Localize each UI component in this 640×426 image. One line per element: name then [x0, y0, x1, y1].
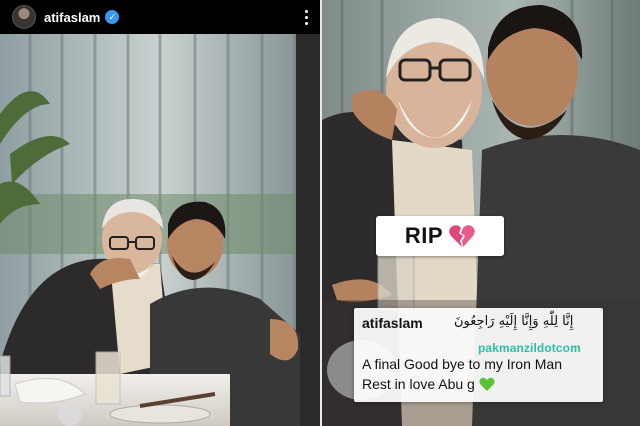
- post-photo[interactable]: [0, 34, 320, 426]
- post-username[interactable]: atifaslam: [44, 10, 100, 25]
- green-heart-icon: [479, 377, 495, 391]
- watermark-text: pakmanzildotcom: [478, 341, 581, 355]
- instagram-post-panel: atifaslam ✓: [0, 0, 320, 426]
- rip-text: RIP: [404, 223, 444, 248]
- post-header: atifaslam ✓: [0, 0, 320, 34]
- post-photo-image: [0, 34, 320, 426]
- rip-sticker: RIP: [376, 216, 504, 256]
- more-options-icon[interactable]: [298, 7, 314, 27]
- caption-line-2: Rest in love Abu g: [362, 376, 495, 392]
- caption-username[interactable]: atifaslam: [362, 315, 423, 331]
- caption-arabic-text: إِنَّا لِلّٰهِ وَإِنَّا إِلَيْهِ رَاجِعُ…: [454, 314, 574, 329]
- broken-heart-icon: [449, 225, 475, 247]
- verified-badge-icon: ✓: [105, 10, 120, 24]
- caption-line-1: A final Good bye to my Iron Man: [362, 356, 562, 372]
- caption-line-2-text: Rest in love Abu g: [362, 376, 475, 392]
- caption-card: atifaslam إِنَّا لِلّٰهِ وَإِنَّا إِلَيْ…: [354, 308, 603, 402]
- profile-avatar[interactable]: [12, 5, 36, 29]
